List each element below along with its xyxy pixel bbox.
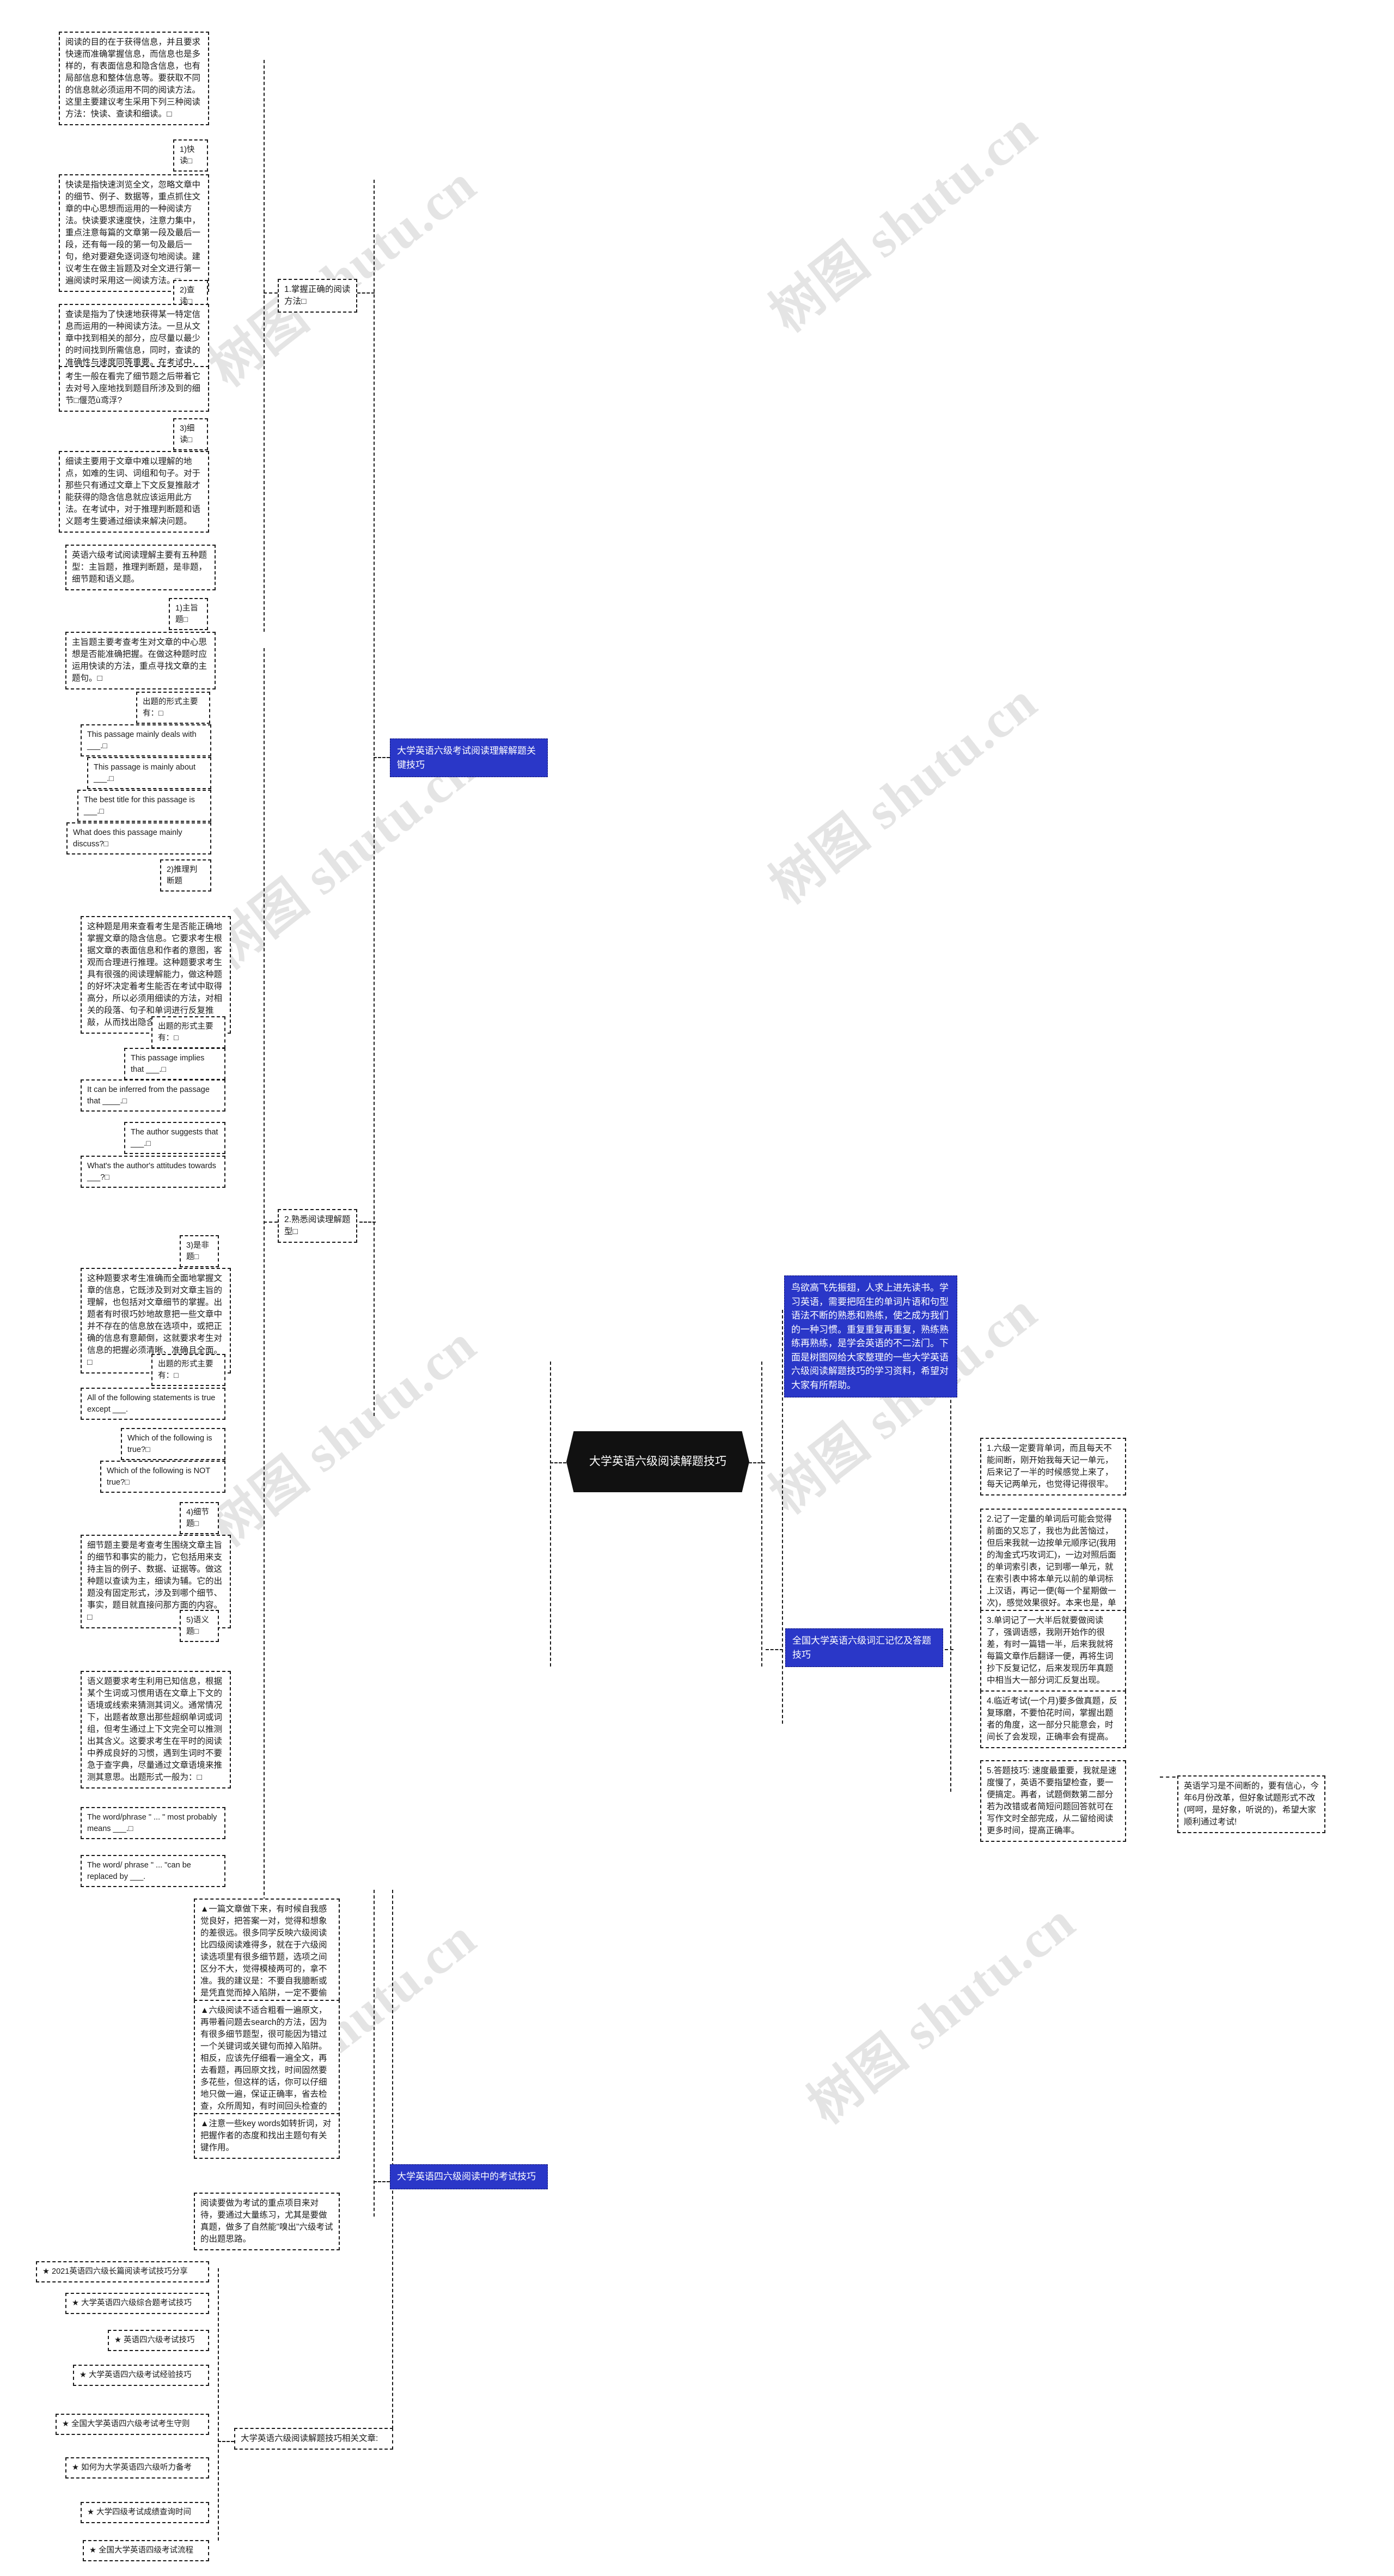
tip-node-4[interactable]: 阅读要做为考试的重点项目来对待，要通过大量练习，尤其是要做真题，做多了自然能"嗅…: [194, 2193, 340, 2250]
spine-b4-trunk: [218, 2268, 219, 2541]
related-article-1[interactable]: ★ 2021英语四六级长篇阅读考试技巧分享: [36, 2261, 209, 2282]
vocab-tip-3[interactable]: 3.单词记了一大半后就要做阅读了，强调语感，我刚开始作的很差，有时一篇错一半，后…: [980, 1610, 1126, 1692]
qtype-form-3-2[interactable]: Which of the following is NOT true?□: [100, 1461, 225, 1493]
watermark: 树图 shutu.cn: [759, 100, 1048, 343]
method-lead-node[interactable]: 阅读的目的在于获得信息，并且要求快速而准确掌握信息，而信息也是多样的，有表面信息…: [59, 32, 209, 125]
branch-b2-node[interactable]: 全国大学英语六级词汇记忆及答题技巧: [785, 1628, 943, 1667]
method-body-3[interactable]: 细读主要用于文章中难以理解的地点，如难的生词、词组和句子。对于那些只有通过文章上…: [59, 451, 209, 533]
watermark: 树图 shutu.cn: [759, 672, 1048, 915]
method-body-1[interactable]: 快读是指快速浏览全文，忽略文章中的细节、例子、数据等，重点抓住文章的中心思想而运…: [59, 174, 209, 292]
qtype-tag-5[interactable]: 5)语义题□: [180, 1610, 219, 1643]
qtype-body-1[interactable]: 主旨题主要考查考生对文章的中心思想是否能准确把握。在做这种题时应运用快读的方法，…: [65, 632, 216, 689]
connector-qtypes: [264, 1222, 278, 1223]
related-article-5[interactable]: ★ 全国大学英语四六级考试考生守则: [56, 2414, 209, 2435]
qtype-tag-2[interactable]: 2)推理判断题: [160, 859, 211, 892]
qtype-form-label-3[interactable]: 出题的形式主要有：□: [151, 1354, 225, 1387]
watermark: 树图 shutu.cn: [198, 154, 487, 398]
qtype-form-1-2[interactable]: The best title for this passage is ___.□: [77, 790, 211, 822]
qtype-tag-1[interactable]: 1)主旨题□: [169, 598, 208, 631]
spine-vocab: [950, 1378, 951, 1792]
spine-root-left: [550, 1362, 551, 1667]
branch-b1-node[interactable]: 大学英语六级考试阅读理解解题关键技巧: [390, 738, 548, 777]
method-body-2[interactable]: 查读是指为了快速地获得某一特定信息而运用的一种阅读方法。一旦从文章中找到相关的部…: [59, 304, 209, 374]
related-article-2[interactable]: ★ 大学英语四六级综合题考试技巧: [65, 2293, 209, 2314]
root-node[interactable]: 大学英语六级阅读解题技巧: [566, 1431, 749, 1492]
connector-qtypes-out: [359, 1222, 376, 1223]
qtype-form-2-2[interactable]: The author suggests that ___.□: [124, 1122, 225, 1155]
related-article-6[interactable]: ★ 如何为大学英语四六级听力备考: [65, 2457, 209, 2479]
qtypes-lead-node[interactable]: 英语六级考试阅读理解主要有五种题型：主旨题，推理判断题，是非题，细节题和语义题。: [65, 545, 216, 590]
qtype-form-1-0[interactable]: This passage mainly deals with ___.□: [81, 724, 211, 757]
connector-vocab-out: [766, 1649, 783, 1650]
closing-node[interactable]: 英语学习是不间断的，要有信心，今年6月份改革，但好象试题形式不改(呵呵，是好象，…: [1177, 1775, 1325, 1833]
related-article-8[interactable]: ★ 全国大学英语四级考试流程: [83, 2540, 209, 2561]
connector-b1: [374, 757, 390, 758]
spine-qtypes: [264, 648, 265, 1955]
mindmap-canvas: 树图 shutu.cn 树图 shutu.cn 树图 shutu.cn 树图 s…: [0, 0, 1394, 2576]
qtype-body-5[interactable]: 语义题要求考生利用已知信息，根据某个生词或习惯用语在文章上下文的语境或线索来猜测…: [81, 1671, 231, 1788]
connector-method: [264, 292, 278, 294]
tip-node-3[interactable]: ▲注意一些key words如转折词，对把握作者的态度和找出主题句有关键作用。: [194, 2113, 340, 2159]
method-body-2b[interactable]: 考生一般在看完了细节题之后带着它去对号入座地找到题目所涉及到的细节□偃范ù鸢浮?: [59, 366, 209, 412]
branch-b4-node[interactable]: 大学英语六级阅读解题技巧相关文章:: [234, 2428, 393, 2450]
connector-root-right: [749, 1462, 765, 1463]
related-article-4[interactable]: ★ 大学英语四六级考试经验技巧: [73, 2365, 209, 2386]
qtype-form-label-1[interactable]: 出题的形式主要有：□: [136, 692, 210, 724]
connector-b4: [218, 2441, 234, 2442]
qtype-tag-3[interactable]: 3)是非题□: [180, 1235, 219, 1268]
vocab-tip-2[interactable]: 2.记了一定量的单词后可能会觉得前面的又忘了，我也为此苦恼过，但后来我就一边按单…: [980, 1509, 1126, 1626]
qtype-form-1-1[interactable]: This passage is mainly about ___.□: [87, 757, 211, 790]
qtype-form-3-1[interactable]: Which of the following is true?□: [121, 1428, 225, 1461]
spine-method: [264, 60, 265, 632]
connector-b3: [374, 2181, 390, 2182]
watermark: 树图 shutu.cn: [198, 1314, 487, 1558]
qtype-form-5-1[interactable]: The word/ phrase " ... "can be replaced …: [81, 1855, 225, 1888]
connector-method-out: [357, 292, 375, 294]
watermark: 树图 shutu.cn: [797, 1891, 1086, 2135]
related-article-7[interactable]: ★ 大学四级考试成绩查询时间: [81, 2502, 209, 2523]
qtype-form-5-0[interactable]: The word/phrase " ... " most probably me…: [81, 1807, 225, 1840]
related-article-3[interactable]: ★ 英语四六级考试技巧: [108, 2330, 209, 2351]
spine-b1-trunk: [374, 180, 375, 1416]
qtype-tag-4[interactable]: 4)细节题□: [180, 1502, 219, 1535]
method-tag-1[interactable]: 1)快读□: [173, 139, 208, 172]
qtype-form-2-1[interactable]: It can be inferred from the passage that…: [81, 1079, 225, 1112]
intro-blue-node[interactable]: 鸟欲高飞先振翅，人求上进先读书。学习英语，需要把陌生的单词片语和句型语法不断的熟…: [784, 1275, 957, 1397]
qtype-form-label-2[interactable]: 出题的形式主要有：□: [151, 1016, 225, 1049]
qtype-form-2-0[interactable]: This passage implies that ___.□: [124, 1048, 225, 1081]
qtypes-title-node[interactable]: 2.熟悉阅读理解题型□: [278, 1209, 357, 1243]
vocab-tip-4[interactable]: 4.临近考试(一个月)要多做真题，反复琢磨，不要怕花时间，掌握出题者的角度，这一…: [980, 1690, 1126, 1748]
spine-root-right: [761, 1362, 762, 1667]
method-title-node[interactable]: 1.掌握正确的阅读方法□: [278, 279, 357, 313]
vocab-tip-1[interactable]: 1.六级一定要背单词，而且每天不能间断，刚开始我每天记一单元，后来记了一半的时候…: [980, 1438, 1126, 1495]
spine-b2-trunk: [782, 1310, 783, 1724]
method-tag-3[interactable]: 3)细读□: [173, 418, 208, 451]
spine-b3-trunk: [374, 1890, 375, 2217]
qtype-form-1-3[interactable]: What does this passage mainly discuss?□: [66, 822, 211, 855]
qtype-form-3-0[interactable]: All of the following statements is true …: [81, 1388, 225, 1420]
branch-b3-node[interactable]: 大学英语四六级阅读中的考试技巧: [390, 2164, 548, 2189]
connector-root-left: [550, 1462, 566, 1463]
qtype-form-2-3[interactable]: What's the author's attitudes towards __…: [81, 1156, 225, 1188]
vocab-tip-5[interactable]: 5.答题技巧: 速度最重要，我就是速度慢了，英语不要指望检查，要一便搞定。再者，…: [980, 1760, 1126, 1842]
